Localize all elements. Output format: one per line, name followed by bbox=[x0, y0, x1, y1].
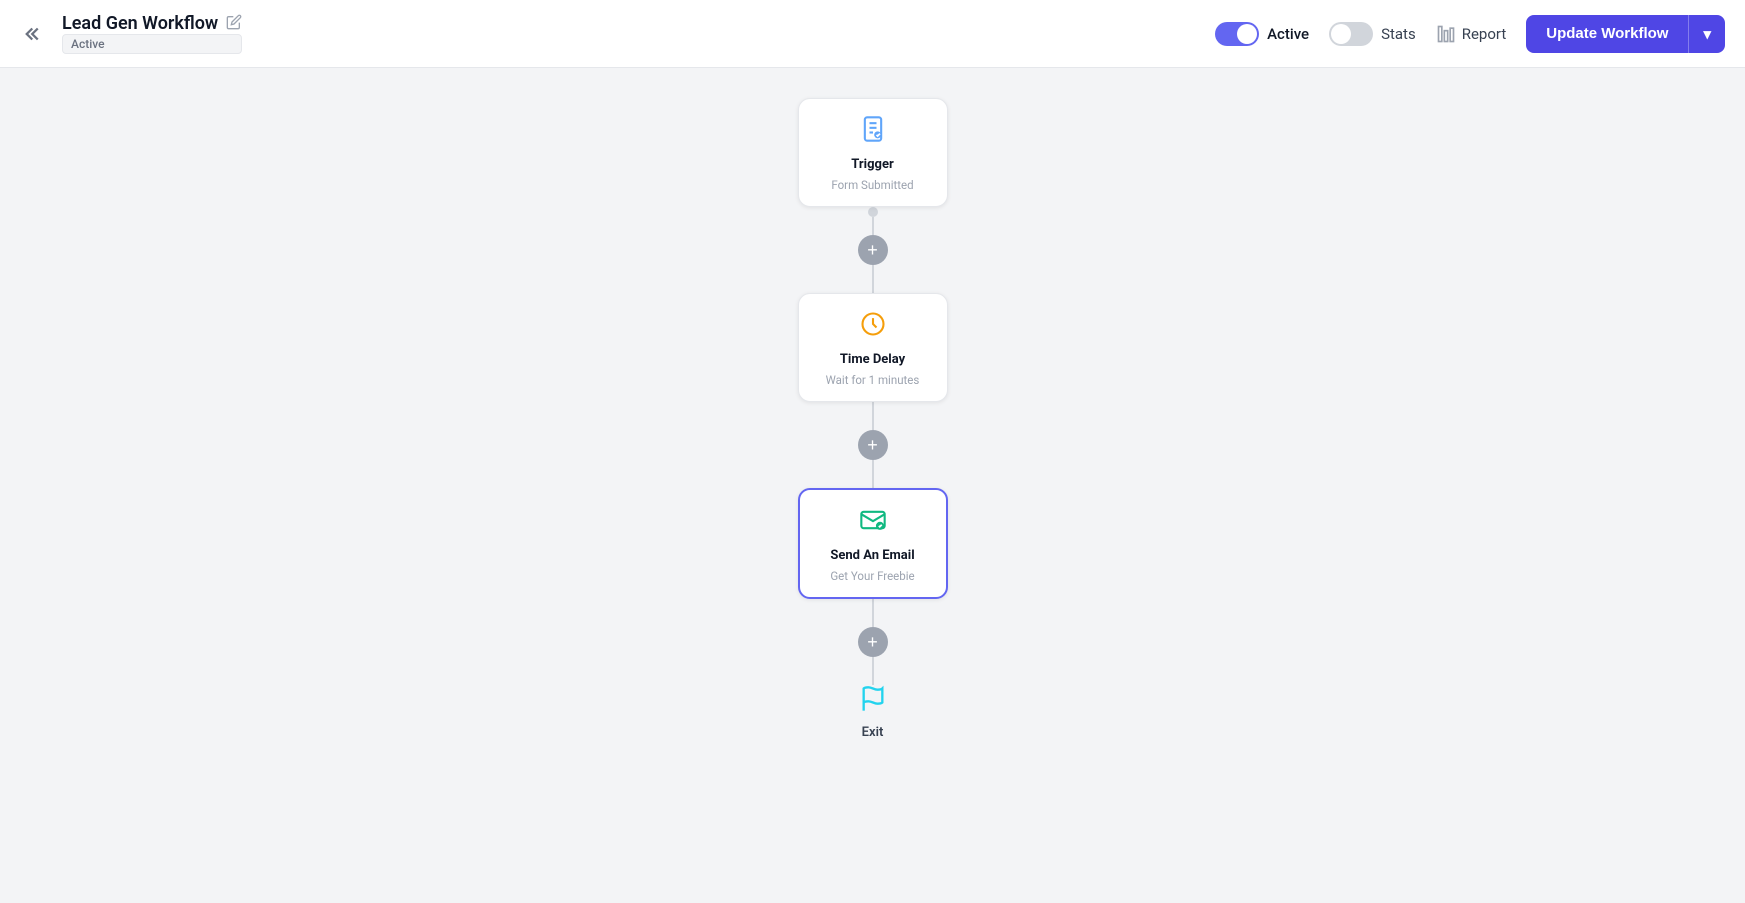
stats-toggle[interactable] bbox=[1329, 22, 1373, 46]
email-node-subtitle: Get Your Freebie bbox=[830, 569, 914, 583]
connector-line-1 bbox=[872, 217, 874, 235]
app-header: Lead Gen Workflow Active Active bbox=[0, 0, 1745, 68]
edit-icon[interactable] bbox=[226, 14, 242, 34]
time-delay-node[interactable]: Time Delay Wait for 1 minutes bbox=[798, 293, 948, 402]
report-label: Report bbox=[1462, 25, 1507, 43]
update-workflow-chevron[interactable]: ▾ bbox=[1688, 15, 1725, 53]
trigger-icon bbox=[859, 115, 887, 149]
exit-icon bbox=[859, 685, 887, 719]
active-toggle-group: Active bbox=[1215, 22, 1309, 46]
email-node-title: Send An Email bbox=[830, 548, 914, 563]
back-button[interactable] bbox=[20, 19, 50, 49]
workflow-canvas: Trigger Form Submitted + Time Delay Wait… bbox=[0, 68, 1745, 903]
workflow-title-wrap: Lead Gen Workflow Active bbox=[62, 13, 242, 54]
connector-line-5 bbox=[872, 599, 874, 627]
email-icon bbox=[859, 506, 887, 540]
workflow-status-badge: Active bbox=[62, 34, 242, 54]
connector-line-2 bbox=[872, 265, 874, 293]
send-email-node[interactable]: Send An Email Get Your Freebie bbox=[798, 488, 948, 599]
report-icon bbox=[1436, 24, 1456, 44]
trigger-node[interactable]: Trigger Form Submitted bbox=[798, 98, 948, 207]
connector-line-3 bbox=[872, 402, 874, 430]
delay-icon bbox=[859, 310, 887, 344]
active-toggle[interactable] bbox=[1215, 22, 1259, 46]
delay-node-subtitle: Wait for 1 minutes bbox=[826, 373, 920, 387]
connector-dot-1 bbox=[868, 207, 878, 217]
workflow-title: Lead Gen Workflow bbox=[62, 13, 218, 34]
active-label: Active bbox=[1267, 25, 1309, 43]
trigger-node-subtitle: Form Submitted bbox=[831, 178, 913, 192]
add-step-button-2[interactable]: + bbox=[858, 430, 888, 460]
workflow-flow: Trigger Form Submitted + Time Delay Wait… bbox=[798, 68, 948, 903]
stats-group: Stats bbox=[1329, 22, 1416, 46]
delay-node-title: Time Delay bbox=[840, 352, 905, 367]
exit-node[interactable]: Exit bbox=[859, 685, 887, 740]
report-group[interactable]: Report bbox=[1436, 24, 1507, 44]
update-workflow-button[interactable]: Update Workflow ▾ bbox=[1526, 15, 1725, 53]
update-workflow-label: Update Workflow bbox=[1526, 15, 1688, 52]
add-step-button-3[interactable]: + bbox=[858, 627, 888, 657]
header-right: Active Stats Report Update Workflow ▾ bbox=[1215, 15, 1725, 53]
stats-label: Stats bbox=[1381, 25, 1416, 43]
trigger-node-title: Trigger bbox=[851, 157, 893, 172]
connector-line-6 bbox=[872, 657, 874, 685]
connector-line-4 bbox=[872, 460, 874, 488]
exit-label: Exit bbox=[862, 725, 884, 740]
add-step-button-1[interactable]: + bbox=[858, 235, 888, 265]
header-left: Lead Gen Workflow Active bbox=[20, 13, 1215, 54]
workflow-title-row: Lead Gen Workflow bbox=[62, 13, 242, 34]
